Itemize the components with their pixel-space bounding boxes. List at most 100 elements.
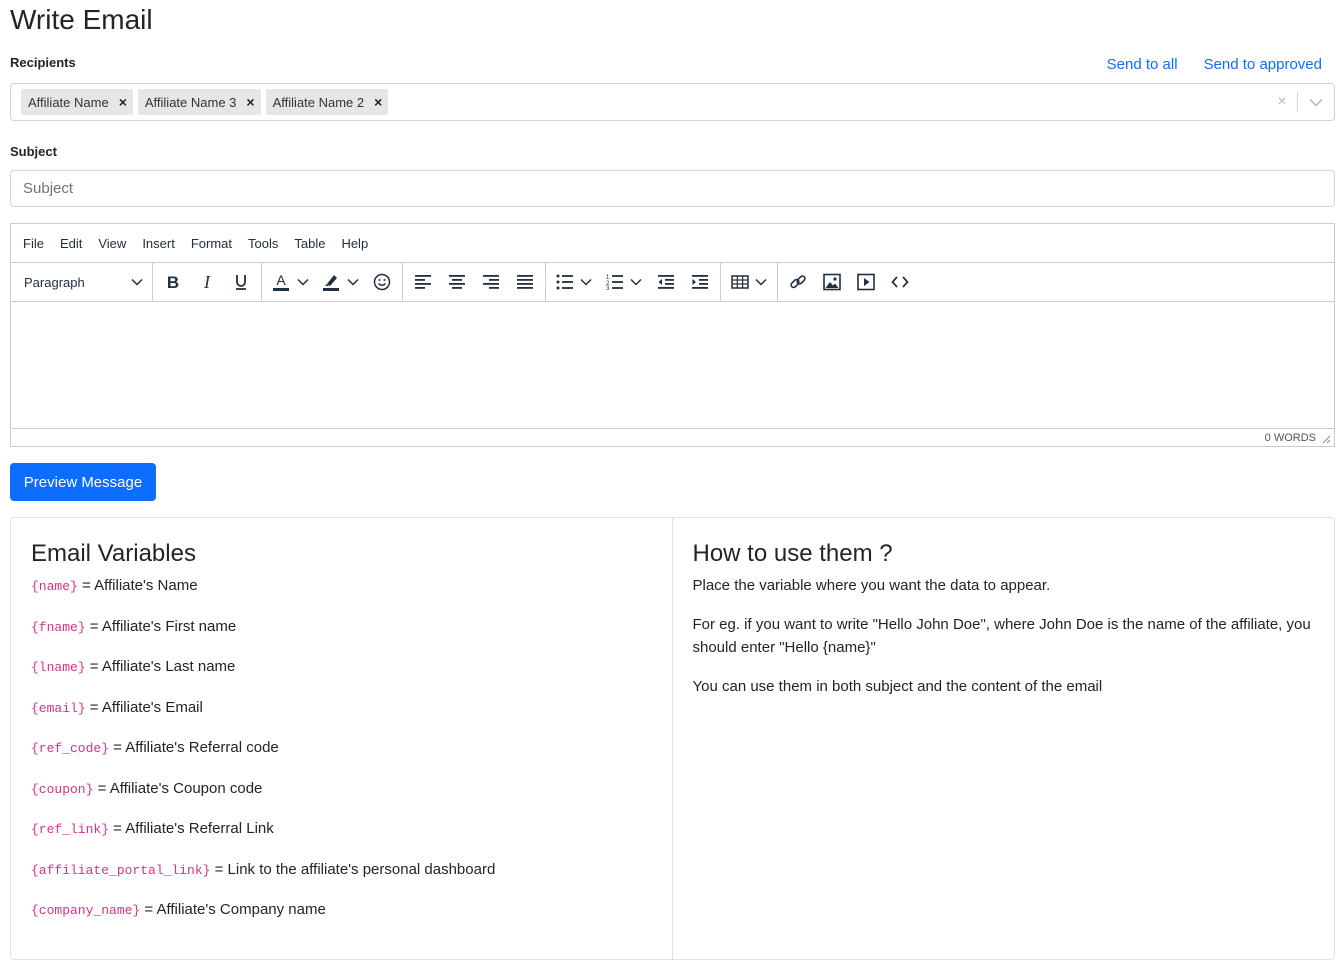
align-center-button[interactable] <box>440 268 474 296</box>
chevron-down-icon <box>347 278 359 286</box>
media-button[interactable] <box>849 268 883 296</box>
variable-desc: = Affiliate's Referral Link <box>109 820 274 837</box>
outdent-icon <box>658 275 674 289</box>
menu-format[interactable]: Format <box>191 236 232 251</box>
remove-recipient-icon[interactable]: × <box>374 94 382 110</box>
variable-desc: = Affiliate's Coupon code <box>93 779 263 797</box>
variables-title: Email Variables <box>31 540 196 567</box>
align-right-button[interactable] <box>474 268 508 296</box>
indent-icon <box>692 275 708 289</box>
variable-code: {ref_code} <box>31 741 110 756</box>
send-to-approved-link[interactable]: Send to approved <box>1204 56 1322 73</box>
variable-item: {lname} = Affiliate's Last name <box>31 655 652 696</box>
underline-button[interactable] <box>224 268 258 296</box>
menu-view[interactable]: View <box>98 236 126 251</box>
howto-column: How to use them ? Place the variable whe… <box>673 518 1335 959</box>
align-justify-button[interactable] <box>508 268 542 296</box>
recipient-chip-label: Affiliate Name <box>28 94 109 110</box>
chevron-down-icon <box>580 278 592 286</box>
recipient-chip: Affiliate Name 3 × <box>137 89 261 115</box>
link-icon <box>790 275 806 289</box>
text-style-group: B I <box>153 263 262 301</box>
highlight-icon <box>323 275 339 291</box>
editor-content-area[interactable] <box>11 302 1334 428</box>
emoji-icon <box>373 273 391 291</box>
variables-column: Email Variables {name} = Affiliate's Nam… <box>11 518 673 959</box>
variable-item: {name} = Affiliate's Name <box>31 574 652 615</box>
table-icon <box>731 275 749 289</box>
svg-text:I: I <box>203 273 211 291</box>
align-left-icon <box>415 275 431 289</box>
editor-statusbar: 0 WORDS <box>11 428 1334 446</box>
preview-message-button[interactable]: Preview Message <box>10 463 156 501</box>
howto-paragraph: For eg. if you want to write "Hello John… <box>692 616 1311 656</box>
menu-table[interactable]: Table <box>294 236 325 251</box>
bold-icon: B <box>167 273 179 291</box>
variable-code: {affiliate_portal_link} <box>31 862 211 878</box>
chevron-down-icon <box>131 278 143 286</box>
svg-text:A: A <box>276 272 286 288</box>
variable-desc: = Affiliate's Name <box>77 577 198 594</box>
indent-button[interactable] <box>683 268 717 296</box>
outdent-button[interactable] <box>649 268 683 296</box>
numbered-list-icon: 123 <box>606 275 623 290</box>
link-button[interactable] <box>781 268 815 296</box>
write-email-page: Write Email Recipients Send to all Send … <box>0 0 1344 970</box>
numbered-list-button[interactable]: 123 <box>599 268 649 296</box>
recipient-chip-label: Affiliate Name 3 <box>144 94 237 110</box>
variable-desc: = Link to the affiliate's personal dashb… <box>210 860 496 878</box>
recipients-select[interactable]: Affiliate Name × Affiliate Name 3 × Affi… <box>10 83 1335 121</box>
bold-button[interactable]: B <box>156 268 190 296</box>
rich-text-editor: File Edit View Insert Format Tools Table… <box>10 223 1335 447</box>
menu-insert[interactable]: Insert <box>142 236 175 251</box>
chevron-down-icon <box>755 278 767 286</box>
italic-button[interactable]: I <box>190 268 224 296</box>
variable-item: {fname} = Affiliate's First name <box>31 615 652 656</box>
chevron-down-icon[interactable] <box>1298 98 1334 107</box>
variable-item: {ref_link} = Affiliate's Referral Link <box>31 817 652 858</box>
variable-item: {email} = Affiliate's Email <box>31 696 652 737</box>
menu-edit[interactable]: Edit <box>60 236 82 251</box>
source-code-button[interactable] <box>883 268 917 296</box>
clear-all-icon[interactable]: × <box>1267 93 1297 111</box>
recipient-chip: Affiliate Name 2 × <box>265 89 389 115</box>
page-title: Write Email <box>10 4 153 35</box>
highlight-color-button[interactable] <box>315 268 365 296</box>
variable-desc: = Affiliate's Company name <box>140 901 326 918</box>
send-to-all-link[interactable]: Send to all <box>1107 56 1178 73</box>
recipient-chip: Affiliate Name × <box>21 89 133 115</box>
variable-code: {coupon} <box>31 781 94 797</box>
align-justify-icon <box>517 275 533 289</box>
howto-paragraph: Place the variable where you want the da… <box>692 577 1051 594</box>
email-variables-card: Email Variables {name} = Affiliate's Nam… <box>10 517 1335 960</box>
recipients-controls: × <box>1267 84 1334 120</box>
variable-code: {email} <box>31 700 86 716</box>
color-group: A <box>262 263 403 301</box>
table-button[interactable] <box>724 268 774 296</box>
block-format-value: Paragraph <box>24 274 85 290</box>
subject-input[interactable] <box>10 170 1335 207</box>
text-color-button[interactable]: A <box>265 268 315 296</box>
align-right-icon <box>483 275 499 289</box>
block-format-select[interactable]: Paragraph <box>14 268 149 296</box>
variable-desc: = Affiliate's Referral code <box>109 739 279 756</box>
video-icon <box>857 273 875 291</box>
align-left-button[interactable] <box>406 268 440 296</box>
remove-recipient-icon[interactable]: × <box>246 94 254 110</box>
remove-recipient-icon[interactable]: × <box>119 94 127 110</box>
resize-handle-icon[interactable] <box>1321 434 1331 444</box>
align-center-icon <box>449 275 465 289</box>
underline-icon <box>236 275 246 290</box>
code-icon <box>891 276 909 288</box>
list-group: 123 <box>546 263 721 301</box>
menu-tools[interactable]: Tools <box>248 236 278 251</box>
image-button[interactable] <box>815 268 849 296</box>
bullet-list-button[interactable] <box>549 268 599 296</box>
emoji-button[interactable] <box>365 268 399 296</box>
variable-item: {affiliate_portal_link} = Link to the af… <box>31 858 652 899</box>
bullet-list-icon <box>556 274 573 290</box>
menu-file[interactable]: File <box>23 236 44 251</box>
variable-code: {fname} <box>31 619 86 635</box>
text-color-icon: A <box>273 272 289 291</box>
menu-help[interactable]: Help <box>341 236 368 251</box>
